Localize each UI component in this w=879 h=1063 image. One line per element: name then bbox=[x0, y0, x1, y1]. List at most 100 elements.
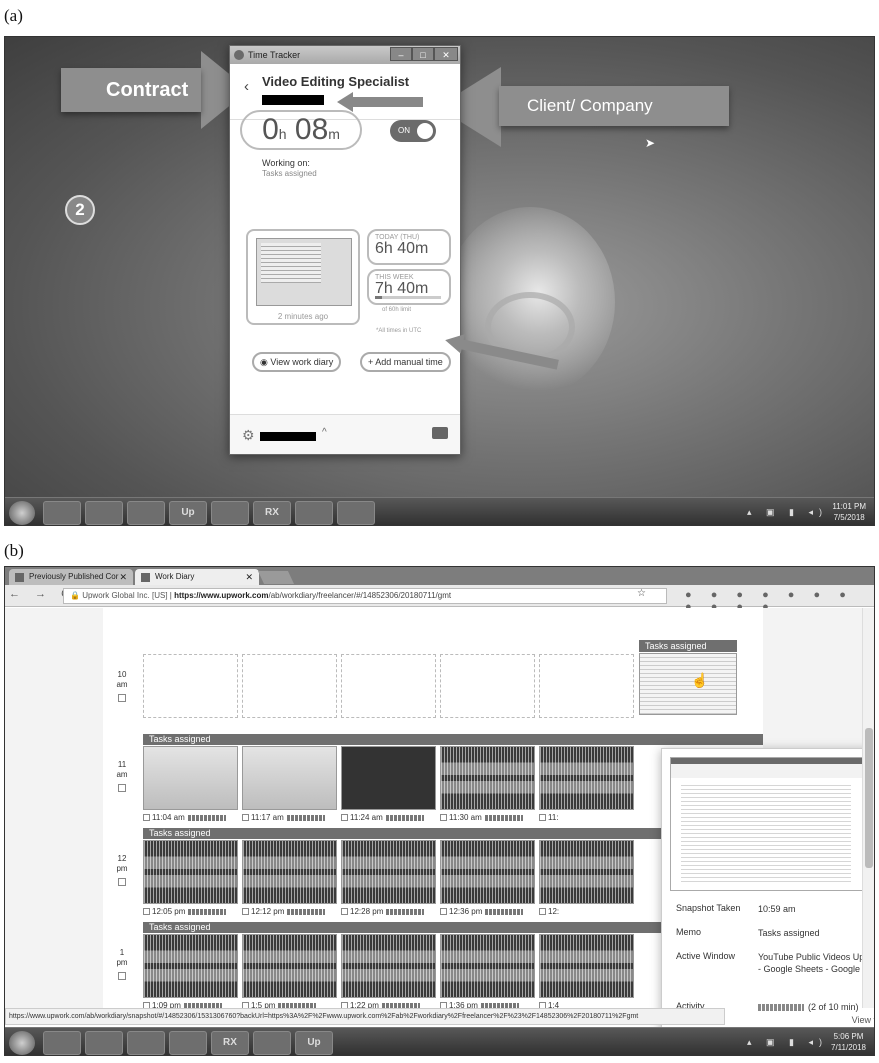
taskbar-app-other[interactable] bbox=[337, 501, 375, 525]
taskbar-app-camtasia[interactable] bbox=[295, 501, 333, 525]
snapshot-checkbox[interactable] bbox=[539, 814, 546, 822]
snapshot-checkbox[interactable] bbox=[143, 908, 150, 916]
new-tab-button[interactable] bbox=[257, 571, 295, 584]
activity-meter bbox=[485, 908, 524, 915]
close-button[interactable]: ✕ bbox=[434, 47, 458, 61]
scrollbar-thumb[interactable] bbox=[865, 728, 873, 868]
snapshot-cell[interactable]: 11:17 am bbox=[242, 746, 337, 826]
snapshot-1059[interactable] bbox=[639, 653, 737, 715]
taskbar-app-upwork[interactable]: Up bbox=[169, 501, 207, 525]
redacted-client-name bbox=[262, 95, 324, 105]
snapshot-cell[interactable]: 12:12 pm bbox=[242, 840, 337, 920]
snapshot-image[interactable] bbox=[440, 746, 535, 810]
snapshot-checkbox[interactable] bbox=[242, 814, 249, 822]
snapshot-cell[interactable]: 1:36 pm bbox=[440, 934, 535, 1014]
tab-work-diary[interactable]: Work Diary ✕ bbox=[135, 569, 259, 585]
view-full-size-link[interactable]: View full-size bbox=[852, 1015, 874, 1025]
snapshot-caption: 11:30 am bbox=[440, 813, 523, 822]
snapshot-image[interactable] bbox=[440, 934, 535, 998]
snapshot-checkbox[interactable] bbox=[143, 814, 150, 822]
snapshot-cell[interactable]: 12:36 pm bbox=[440, 840, 535, 920]
working-on-value[interactable]: Tasks assigned bbox=[262, 169, 317, 178]
snapshot-cell[interactable]: 12:28 pm bbox=[341, 840, 436, 920]
taskbar-app-camtasia[interactable] bbox=[253, 1031, 291, 1055]
gear-icon[interactable]: ⚙ bbox=[242, 427, 255, 444]
taskbar-app-explorer[interactable] bbox=[169, 1031, 207, 1055]
snapshot-cell[interactable]: 11:04 am bbox=[143, 746, 238, 826]
snapshot-caption: 12:36 pm bbox=[440, 907, 524, 916]
maximize-button[interactable]: □ bbox=[412, 47, 434, 61]
start-button[interactable] bbox=[9, 1031, 35, 1055]
taskbar-app-vlc[interactable] bbox=[85, 501, 123, 525]
taskbar-app-chrome[interactable] bbox=[127, 501, 165, 525]
taskbar-app-rx[interactable]: RX bbox=[211, 1031, 249, 1055]
system-tray-icons[interactable]: ▴ ▣ ▮ ◂) bbox=[747, 507, 828, 518]
taskbar-clock[interactable]: 11:01 PM 7/5/2018 bbox=[832, 501, 866, 523]
tracker-titlebar[interactable]: Time Tracker – □ ✕ bbox=[230, 46, 460, 64]
taskbar-app-explorer[interactable] bbox=[211, 501, 249, 525]
snapshot-cell[interactable]: 12: bbox=[539, 840, 634, 920]
snapshot-image[interactable] bbox=[242, 934, 337, 998]
snapshot-image[interactable] bbox=[143, 934, 238, 998]
taskbar-app-vlc[interactable] bbox=[85, 1031, 123, 1055]
back-chevron-icon[interactable]: ‹ bbox=[244, 78, 249, 95]
snapshot-checkbox[interactable] bbox=[440, 814, 447, 822]
minimize-button[interactable]: – bbox=[390, 47, 412, 61]
taskbar-app-media-player[interactable] bbox=[43, 1031, 81, 1055]
taskbar-app-upwork[interactable]: Up bbox=[295, 1031, 333, 1055]
snapshot-cell[interactable]: 11:30 am bbox=[440, 746, 535, 826]
snapshot-image[interactable] bbox=[539, 840, 634, 904]
snapshot-cell[interactable]: 1:5 pm bbox=[242, 934, 337, 1014]
snapshot-cell[interactable]: 1:4 bbox=[539, 934, 634, 1014]
snapshot-image[interactable] bbox=[143, 840, 238, 904]
hour-checkbox[interactable] bbox=[118, 784, 126, 792]
start-button[interactable] bbox=[9, 501, 35, 525]
activity-meter bbox=[187, 814, 226, 821]
snapshot-cell[interactable]: 11:24 am bbox=[341, 746, 436, 826]
hour-checkbox[interactable] bbox=[118, 694, 126, 702]
work-diary-page: 10 am Tasks assigned ☝ 11 am Tasks assigne… bbox=[5, 608, 874, 1040]
close-tab-icon[interactable]: ✕ bbox=[119, 569, 127, 585]
snapshot-image[interactable] bbox=[341, 934, 436, 998]
taskbar-clock[interactable]: 5:06 PM 7/11/2018 bbox=[831, 1031, 866, 1053]
taskbar-app-chrome[interactable] bbox=[127, 1031, 165, 1055]
snapshot-cell[interactable]: 1:22 pm bbox=[341, 934, 436, 1014]
snapshot-image[interactable] bbox=[341, 840, 436, 904]
snapshot-image[interactable] bbox=[341, 746, 436, 810]
step-badge: 2 bbox=[65, 195, 95, 225]
snapshot-checkbox[interactable] bbox=[341, 814, 348, 822]
close-tab-icon[interactable]: ✕ bbox=[245, 569, 253, 585]
page-scrollbar[interactable] bbox=[862, 608, 874, 1008]
add-manual-time-button[interactable]: + Add manual time bbox=[360, 352, 451, 372]
url-field[interactable]: 🔒 Upwork Global Inc. [US] | https://www.… bbox=[63, 588, 667, 604]
snapshot-checkbox[interactable] bbox=[242, 908, 249, 916]
snapshot-cell[interactable]: 12:05 pm bbox=[143, 840, 238, 920]
snapshot-checkbox[interactable] bbox=[539, 908, 546, 916]
latest-screenshot[interactable]: 2 minutes ago bbox=[246, 229, 360, 325]
system-tray-icons[interactable]: ▴ ▣ ▮ ◂) bbox=[747, 1037, 828, 1048]
snapshot-image[interactable] bbox=[242, 840, 337, 904]
hour-checkbox[interactable] bbox=[118, 972, 126, 980]
view-work-diary-button[interactable]: ◉ View work diary bbox=[252, 352, 342, 372]
empty-slot bbox=[539, 654, 634, 718]
snapshot-image[interactable] bbox=[242, 746, 337, 810]
tracking-toggle[interactable]: ON bbox=[390, 120, 436, 142]
snapshot-checkbox[interactable] bbox=[341, 908, 348, 916]
chat-icon[interactable] bbox=[432, 427, 448, 439]
bookmark-star-icon[interactable]: ☆ bbox=[637, 588, 646, 599]
contract-title[interactable]: Video Editing Specialist bbox=[262, 74, 409, 89]
snapshot-image[interactable] bbox=[440, 840, 535, 904]
taskbar-app-media-player[interactable] bbox=[43, 501, 81, 525]
hour-checkbox[interactable] bbox=[118, 878, 126, 886]
snapshot-image[interactable] bbox=[539, 934, 634, 998]
active-window-label: Active Window bbox=[676, 951, 736, 961]
snapshot-image[interactable] bbox=[539, 746, 634, 810]
chevron-up-icon[interactable]: ^ bbox=[322, 427, 327, 438]
snapshot-preview-image[interactable] bbox=[670, 757, 874, 891]
snapshot-cell[interactable]: 1:09 pm bbox=[143, 934, 238, 1014]
tab-previously-published[interactable]: Previously Published Cor ✕ bbox=[9, 569, 133, 585]
snapshot-checkbox[interactable] bbox=[440, 908, 447, 916]
taskbar-app-rx[interactable]: RX bbox=[253, 501, 291, 525]
snapshot-image[interactable] bbox=[143, 746, 238, 810]
snapshot-cell[interactable]: 11: bbox=[539, 746, 634, 826]
